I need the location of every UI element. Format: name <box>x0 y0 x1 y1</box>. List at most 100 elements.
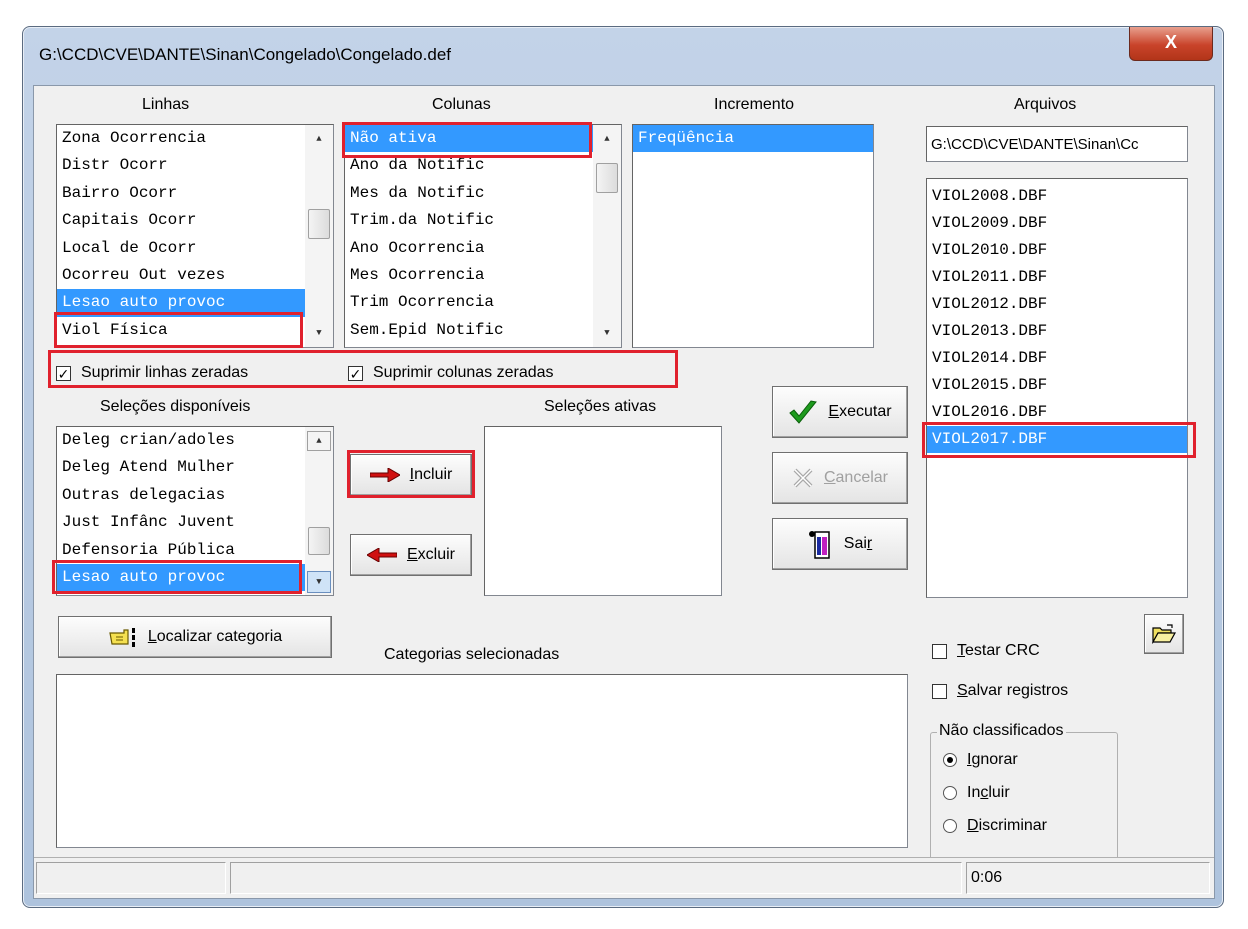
arquivos-item[interactable]: VIOL2008.DBF <box>927 183 1187 210</box>
arquivos-path-field[interactable]: G:\CCD\CVE\DANTE\Sinan\Cc <box>926 126 1188 162</box>
linhas-item[interactable]: Capitais Ocorr <box>57 207 333 234</box>
linhas-item[interactable]: Bairro Ocorr <box>57 180 333 207</box>
sair-button[interactable]: Sair <box>772 518 908 570</box>
scroll-up-icon[interactable]: ▲ <box>307 431 331 451</box>
incluir-button[interactable]: Incluir <box>350 454 472 496</box>
colunas-item[interactable]: Mes Ocorrencia <box>345 262 621 289</box>
selecoes-item[interactable]: Lesao auto provoc <box>57 563 333 592</box>
status-panel-2 <box>230 862 962 894</box>
colunas-item[interactable]: Ano Ocorrencia <box>345 235 621 262</box>
cancelar-label: Cancelar <box>823 469 889 486</box>
salvar-registros-checkbox[interactable]: Salvar registros <box>932 682 1068 700</box>
open-folder-icon <box>1152 624 1176 644</box>
linhas-item[interactable]: Local de Ocorr <box>57 235 333 262</box>
incremento-list[interactable]: Freqüência <box>632 124 874 348</box>
selecoes-disponiveis-header: Seleções disponíveis <box>100 398 251 415</box>
executar-label: Executar <box>828 403 892 420</box>
scroll-down-icon[interactable]: ▼ <box>307 571 331 593</box>
open-folder-button[interactable] <box>1144 614 1184 654</box>
arquivos-list[interactable]: VIOL2008.DBF VIOL2009.DBF VIOL2010.DBF VIOL… <box>926 178 1188 598</box>
suprimir-colunas-label: Suprimir colunas zeradas <box>373 364 554 381</box>
linhas-item[interactable]: Ocorreu Out vezes <box>57 262 333 289</box>
checkbox-box[interactable]: ✓ <box>56 365 71 381</box>
status-time: 0:06 <box>966 862 1210 894</box>
incremento-item[interactable]: Freqüência <box>633 125 873 153</box>
arquivos-item[interactable]: VIOL2013.DBF <box>927 318 1187 345</box>
linhas-item[interactable]: Lesao auto provoc <box>57 289 333 317</box>
arquivos-item[interactable]: VIOL2011.DBF <box>927 264 1187 291</box>
arquivos-item[interactable]: VIOL2009.DBF <box>927 210 1187 237</box>
cancelar-button[interactable]: Cancelar <box>772 452 908 504</box>
arquivos-item[interactable]: VIOL2014.DBF <box>927 345 1187 372</box>
scroll-thumb[interactable] <box>308 209 330 239</box>
checkbox-box[interactable]: ✓ <box>348 365 363 381</box>
suprimir-linhas-label: Suprimir linhas zeradas <box>81 364 249 381</box>
linhas-item[interactable]: Viol Física <box>57 317 333 344</box>
suprimir-linhas-checkbox[interactable]: ✓ Suprimir linhas zeradas <box>56 364 248 382</box>
localizar-categoria-button[interactable]: Localizar categoria <box>58 616 332 658</box>
checkmark-icon <box>789 400 818 424</box>
arquivos-item[interactable]: VIOL2012.DBF <box>927 291 1187 318</box>
radio-button[interactable] <box>943 753 957 767</box>
radio-button[interactable] <box>943 819 957 833</box>
scroll-down-icon[interactable]: ▼ <box>305 323 333 343</box>
linhas-scrollbar[interactable]: ▲ ▼ <box>305 125 333 347</box>
checkbox-box[interactable] <box>932 643 947 659</box>
nao-classificados-radio[interactable]: Ignorar <box>943 751 1018 769</box>
colunas-item[interactable]: Ano da Notific <box>345 152 621 179</box>
colunas-item[interactable]: Mes da Notific <box>345 180 621 207</box>
arquivos-item[interactable]: VIOL2016.DBF <box>927 399 1187 426</box>
scroll-thumb[interactable] <box>596 163 618 193</box>
scroll-up-icon[interactable]: ▲ <box>593 129 621 149</box>
selecoes-ativas-list[interactable] <box>484 426 722 596</box>
testar-crc-checkbox[interactable]: Testar CRC <box>932 642 1040 660</box>
radio-label: Ignorar <box>967 751 1018 768</box>
arquivos-item[interactable]: VIOL2017.DBF <box>927 426 1187 453</box>
arrow-left-icon <box>366 548 397 562</box>
status-panel-1 <box>36 862 226 894</box>
radio-label: Incluir <box>967 784 1010 801</box>
colunas-item[interactable]: Sem.Epid Notific <box>345 317 621 344</box>
localizar-label: Localizar categoria <box>147 628 283 645</box>
arquivos-item[interactable]: VIOL2015.DBF <box>927 372 1187 399</box>
selecoes-item[interactable]: Outras delegacias <box>57 482 333 509</box>
scroll-up-icon[interactable]: ▲ <box>305 129 333 149</box>
selecoes-item[interactable]: Defensoria Pública <box>57 537 333 564</box>
incluir-label: Incluir <box>409 466 453 483</box>
linhas-list[interactable]: Zona Ocorrencia Distr Ocorr Bairro Ocorr Ca… <box>56 124 334 348</box>
colunas-item[interactable]: Trim.da Notific <box>345 207 621 234</box>
arquivos-header: Arquivos <box>1014 96 1077 113</box>
selecoes-item[interactable]: Deleg crian/adoles <box>57 427 333 454</box>
nao-classificados-radio[interactable]: Incluir <box>943 784 1010 802</box>
linhas-header: Linhas <box>142 96 190 113</box>
close-button[interactable]: X <box>1129 27 1213 61</box>
suprimir-colunas-checkbox[interactable]: ✓ Suprimir colunas zeradas <box>348 364 554 382</box>
linhas-item[interactable]: Distr Ocorr <box>57 152 333 179</box>
excluir-label: Excluir <box>406 546 455 563</box>
testar-crc-label: Testar CRC <box>957 642 1040 659</box>
sair-label: Sair <box>843 535 873 552</box>
checkbox-box[interactable] <box>932 683 947 699</box>
colunas-item[interactable]: Trim Ocorrencia <box>345 289 621 316</box>
categorias-selecionadas-list[interactable] <box>56 674 908 848</box>
nao-classificados-radio[interactable]: Discriminar <box>943 817 1047 835</box>
scroll-down-icon[interactable]: ▼ <box>593 323 621 343</box>
scroll-thumb[interactable] <box>308 527 330 555</box>
nao-classificados-group: Não classificados Ignorar Incluir Discrimi… <box>930 722 1118 864</box>
colunas-item[interactable]: Não ativa <box>345 125 621 153</box>
nao-classificados-title: Não classificados <box>937 722 1066 740</box>
selecoes-item[interactable]: Just Infânc Juvent <box>57 509 333 536</box>
arrow-right-icon <box>369 468 400 482</box>
selecoes-disponiveis-list[interactable]: Deleg crian/adoles Deleg Atend Mulher Outr… <box>56 426 334 596</box>
arquivos-item[interactable]: VIOL2010.DBF <box>927 237 1187 264</box>
app-window: G:\CCD\CVE\DANTE\Sinan\Congelado\Congela… <box>22 26 1224 908</box>
executar-button[interactable]: Executar <box>772 386 908 438</box>
selecoes-scrollbar[interactable]: ▲ ▼ <box>305 427 333 595</box>
colunas-list[interactable]: Não ativa Ano da Notific Mes da Notific Tri… <box>344 124 622 348</box>
colunas-scrollbar[interactable]: ▲ ▼ <box>593 125 621 347</box>
selecoes-item[interactable]: Deleg Atend Mulher <box>57 454 333 481</box>
title-bar[interactable]: G:\CCD\CVE\DANTE\Sinan\Congelado\Congela… <box>23 27 1223 83</box>
linhas-item[interactable]: Zona Ocorrencia <box>57 125 333 152</box>
excluir-button[interactable]: Excluir <box>350 534 472 576</box>
radio-button[interactable] <box>943 786 957 800</box>
